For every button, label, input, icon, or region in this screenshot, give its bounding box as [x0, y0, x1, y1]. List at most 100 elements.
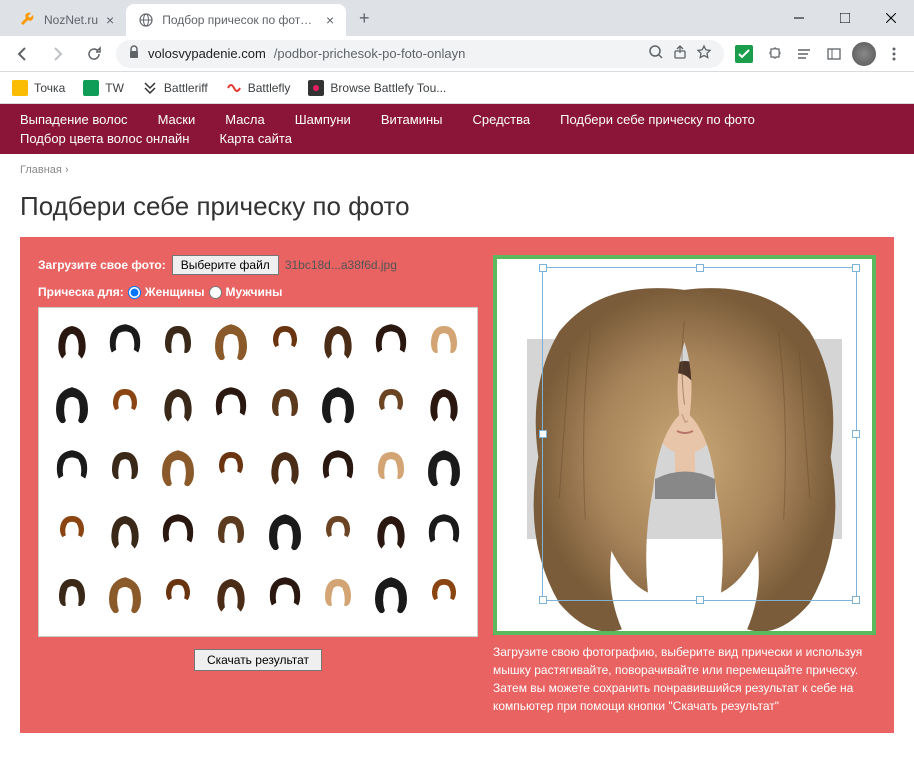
bookmarks-bar: Точка TW Battleriff Battlefly Browse Bat…	[0, 72, 914, 104]
gender-female-label[interactable]: Женщины	[145, 285, 205, 299]
hairstyle-option[interactable]	[313, 316, 362, 366]
hairstyle-option[interactable]	[47, 506, 96, 556]
hairstyle-option[interactable]	[154, 506, 203, 556]
hairstyle-option[interactable]	[367, 506, 416, 556]
resize-handle[interactable]	[852, 430, 860, 438]
hairstyle-option[interactable]	[47, 316, 96, 366]
hairstyle-option[interactable]	[367, 379, 416, 429]
hairstyle-option[interactable]	[260, 379, 309, 429]
hairstyle-option[interactable]	[207, 506, 256, 556]
hairstyle-option[interactable]	[420, 569, 469, 619]
resize-handle[interactable]	[539, 264, 547, 272]
hairstyle-option[interactable]	[260, 316, 309, 366]
hairstyle-option[interactable]	[313, 442, 362, 492]
close-window-button[interactable]	[868, 0, 914, 36]
hairstyle-option[interactable]	[47, 379, 96, 429]
resize-handle[interactable]	[539, 596, 547, 604]
hairstyle-option[interactable]	[420, 506, 469, 556]
hairstyle-option[interactable]	[100, 506, 149, 556]
choose-file-button[interactable]: Выберите файл	[172, 255, 279, 275]
back-button[interactable]	[8, 40, 36, 68]
profile-avatar[interactable]	[852, 42, 876, 66]
hairstyle-option[interactable]	[367, 569, 416, 619]
hairstyle-option[interactable]	[260, 569, 309, 619]
resize-handle[interactable]	[852, 596, 860, 604]
nav-link[interactable]: Подбери себе прическу по фото	[560, 112, 755, 127]
hairstyle-option[interactable]	[154, 379, 203, 429]
browser-tab-active[interactable]: Подбор причесок по фото онла ×	[126, 4, 346, 36]
hairstyle-option[interactable]	[260, 506, 309, 556]
nav-link[interactable]: Масла	[225, 112, 265, 127]
hairstyle-grid[interactable]	[38, 307, 478, 637]
extension-media-icon[interactable]	[822, 42, 846, 66]
nav-link[interactable]: Подбор цвета волос онлайн	[20, 131, 190, 146]
forward-button[interactable]	[44, 40, 72, 68]
gender-male-radio[interactable]	[209, 286, 222, 299]
tab-title: NozNet.ru	[44, 13, 98, 27]
selection-box[interactable]	[542, 267, 857, 601]
download-button[interactable]: Скачать результат	[194, 649, 322, 671]
hairstyle-option[interactable]	[154, 442, 203, 492]
search-icon[interactable]	[648, 44, 664, 63]
hairstyle-option[interactable]	[420, 442, 469, 492]
hairstyle-option[interactable]	[47, 442, 96, 492]
nav-link[interactable]: Средства	[473, 112, 531, 127]
hairstyle-option[interactable]	[207, 379, 256, 429]
hairstyle-option[interactable]	[420, 316, 469, 366]
nav-link[interactable]: Выпадение волос	[20, 112, 128, 127]
hairstyle-option[interactable]	[154, 569, 203, 619]
hairstyle-option[interactable]	[100, 569, 149, 619]
hairstyle-option[interactable]	[154, 316, 203, 366]
star-icon[interactable]	[696, 44, 712, 63]
hairstyle-option[interactable]	[367, 316, 416, 366]
hairstyle-option[interactable]	[100, 442, 149, 492]
minimize-button[interactable]	[776, 0, 822, 36]
resize-handle[interactable]	[852, 264, 860, 272]
close-icon[interactable]: ×	[326, 12, 334, 28]
breadcrumb-home[interactable]: Главная	[20, 164, 62, 176]
gender-female-radio[interactable]	[128, 286, 141, 299]
nav-link[interactable]: Витамины	[381, 112, 443, 127]
hairstyle-option[interactable]	[100, 316, 149, 366]
hairstyle-option[interactable]	[313, 379, 362, 429]
address-bar[interactable]: volosvypadenie.com/podbor-prichesok-po-f…	[116, 40, 724, 68]
nav-link[interactable]: Маски	[158, 112, 196, 127]
hairstyle-option[interactable]	[313, 569, 362, 619]
gender-male-label[interactable]: Мужчины	[226, 285, 283, 299]
bookmark-item[interactable]: Browse Battlefy Tou...	[308, 80, 446, 96]
extension-list-icon[interactable]	[792, 42, 816, 66]
hairstyle-option[interactable]	[420, 379, 469, 429]
extension-puzzle-icon[interactable]	[762, 42, 786, 66]
hairstyle-option[interactable]	[313, 506, 362, 556]
hairstyle-option[interactable]	[47, 569, 96, 619]
hairstyle-option[interactable]	[207, 316, 256, 366]
new-tab-button[interactable]: +	[350, 4, 378, 32]
close-icon[interactable]: ×	[106, 12, 114, 28]
hairstyle-option[interactable]	[207, 569, 256, 619]
bookmark-item[interactable]: Точка	[12, 80, 65, 96]
hairstyle-option[interactable]	[367, 442, 416, 492]
reload-button[interactable]	[80, 40, 108, 68]
nav-link[interactable]: Карта сайта	[220, 131, 292, 146]
tab-strip: NozNet.ru × Подбор причесок по фото онла…	[0, 0, 776, 36]
resize-handle[interactable]	[539, 430, 547, 438]
share-icon[interactable]	[672, 44, 688, 63]
menu-icon[interactable]	[882, 42, 906, 66]
lock-icon	[128, 45, 140, 62]
nav-link[interactable]: Шампуни	[295, 112, 351, 127]
bookmark-item[interactable]: Battlefly	[226, 80, 291, 96]
hairstyle-option[interactable]	[207, 442, 256, 492]
resize-handle[interactable]	[696, 264, 704, 272]
bookmark-item[interactable]: TW	[83, 80, 124, 96]
hairstyle-option[interactable]	[100, 379, 149, 429]
hairstyle-option[interactable]	[260, 442, 309, 492]
controls-column: Загрузите свое фото: Выберите файл 31bc1…	[38, 255, 478, 715]
extension-check-icon[interactable]	[732, 42, 756, 66]
window-controls	[776, 0, 914, 36]
resize-handle[interactable]	[696, 596, 704, 604]
maximize-button[interactable]	[822, 0, 868, 36]
preview-canvas[interactable]	[493, 255, 876, 635]
bookmark-item[interactable]: Battleriff	[142, 80, 208, 96]
page-content: Выпадение волос Маски Масла Шампуни Вита…	[0, 104, 914, 774]
browser-tab[interactable]: NozNet.ru ×	[8, 4, 126, 36]
